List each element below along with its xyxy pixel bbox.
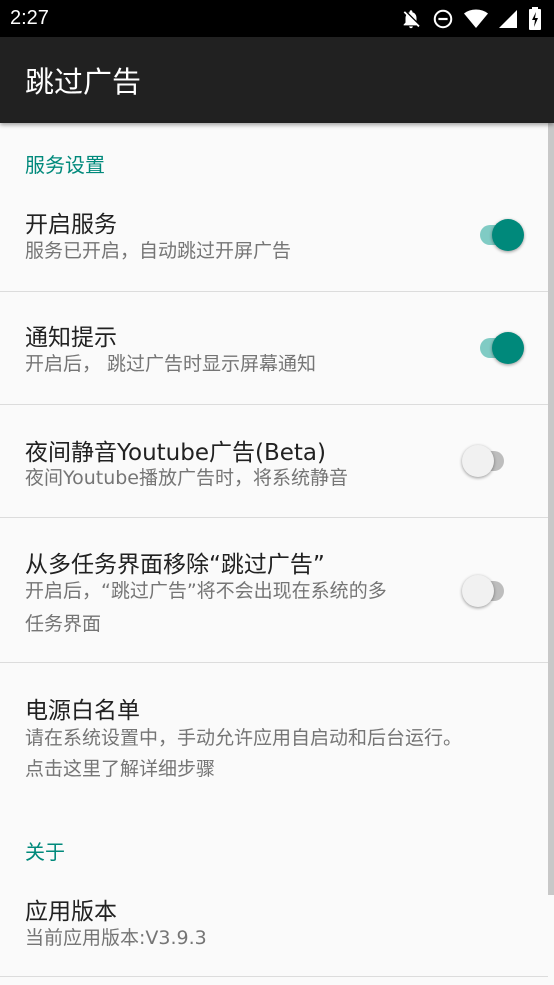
pref-summary-line2: 点击这里了解详细步骤 <box>25 758 216 780</box>
pref-summary-line1: 请在系统设置中，手动允许应用自启动和后台运行。 <box>25 727 463 749</box>
pref-enable-service[interactable]: 开启服务 服务已开启，自动跳过开屏广告 <box>0 180 548 292</box>
do-not-disturb-icon <box>432 8 454 30</box>
divider <box>0 976 548 977</box>
status-time: 2:27 <box>10 7 49 29</box>
battery-icon <box>528 6 542 31</box>
pref-title: 开启服务 <box>25 212 117 238</box>
pref-summary: 服务已开启，自动跳过开屏广告 <box>25 240 292 262</box>
pref-summary: 夜间Youtube播放广告时，将系统静音 <box>25 467 348 489</box>
section-header-about: 关于 <box>25 840 65 864</box>
cell-signal-icon <box>498 9 518 29</box>
pref-notify[interactable]: 通知提示 开启后， 跳过广告时显示屏幕通知 <box>0 292 548 404</box>
scrollbar[interactable] <box>548 123 554 895</box>
pref-summary: 开启后， 跳过广告时显示屏幕通知 <box>25 353 317 375</box>
notify-switch[interactable] <box>474 330 524 366</box>
pref-version[interactable]: 应用版本 当前应用版本:V3.9.3 <box>0 866 548 976</box>
pref-title: 应用版本 <box>25 899 117 925</box>
app-bar: 跳过广告 <box>0 37 554 123</box>
section-header-service: 服务设置 <box>25 153 105 177</box>
pref-night-mute[interactable]: 夜间静音Youtube广告(Beta) 夜间Youtube播放广告时，将系统静音 <box>0 405 548 518</box>
hide-recents-switch[interactable] <box>462 573 512 609</box>
status-bar: 2:27 <box>0 0 554 37</box>
switch-thumb <box>462 575 494 607</box>
pref-title: 通知提示 <box>25 325 117 351</box>
status-icons <box>400 6 542 31</box>
night-mute-switch[interactable] <box>462 443 512 479</box>
pref-title: 从多任务界面移除“跳过广告” <box>25 552 325 578</box>
switch-thumb <box>492 332 524 364</box>
enable-service-switch[interactable] <box>474 217 524 253</box>
switch-thumb <box>492 219 524 251</box>
notifications-off-icon <box>400 8 422 30</box>
pref-hide-recents[interactable]: 从多任务界面移除“跳过广告” 开启后，“跳过广告”将不会出现在系统的多 任务界面 <box>0 518 548 663</box>
pref-title: 电源白名单 <box>25 698 140 724</box>
pref-summary: 当前应用版本:V3.9.3 <box>25 927 207 949</box>
wifi-icon <box>464 8 488 30</box>
pref-summary-line2: 任务界面 <box>25 613 102 635</box>
pref-whitelist[interactable]: 电源白名单 请在系统设置中，手动允许应用自启动和后台运行。 点击这里了解详细步骤 <box>0 663 548 808</box>
pref-summary-line1: 开启后，“跳过广告”将不会出现在系统的多 <box>25 580 387 602</box>
app-title: 跳过广告 <box>25 65 142 99</box>
switch-thumb <box>462 445 494 477</box>
